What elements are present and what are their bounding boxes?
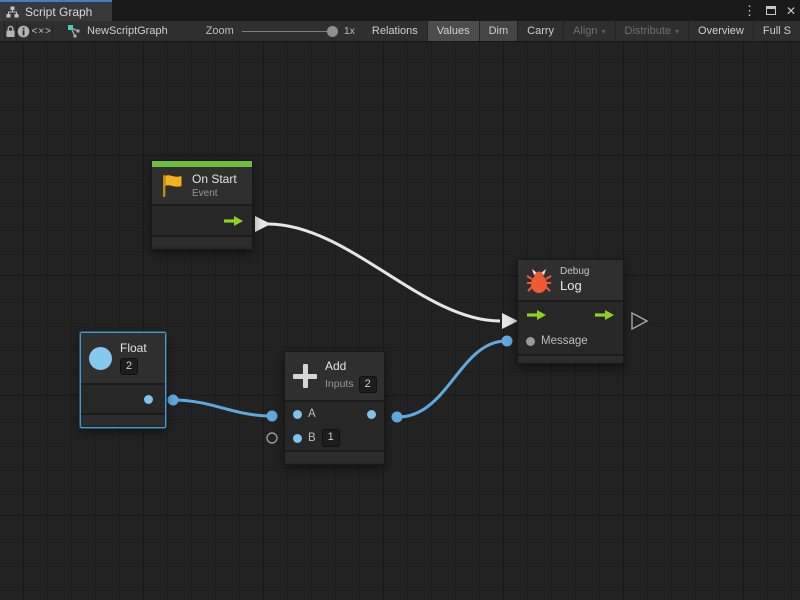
flow-input-arrow[interactable] (502, 313, 518, 329)
distribute-dropdown[interactable]: Distribute ▾ (616, 21, 689, 41)
flow-output-arrow[interactable] (255, 216, 271, 232)
value-wire-endpoint[interactable] (267, 411, 278, 422)
port-label: Message (541, 335, 588, 347)
value-output-port[interactable] (367, 410, 376, 419)
port-label-b: B (308, 432, 316, 444)
script-graph-window: Script Graph ⋮ ✕ <×> (0, 0, 800, 600)
graph-asset-icon (67, 24, 81, 38)
add-icon (293, 364, 317, 388)
zoom-slider-handle[interactable] (327, 26, 338, 37)
input-port-a[interactable] (293, 410, 302, 419)
lock-icon (5, 25, 16, 38)
unconnected-value-port-marker[interactable] (267, 433, 277, 443)
input-port-b[interactable] (293, 434, 302, 443)
close-icon[interactable]: ✕ (786, 5, 796, 17)
inputs-count-field[interactable]: 2 (359, 376, 377, 393)
node-footer (81, 413, 165, 425)
code-icon: <×> (31, 26, 52, 37)
node-title: Add (325, 359, 377, 374)
bug-icon (526, 266, 552, 294)
window-menu-icon[interactable]: ⋮ (743, 4, 756, 17)
values-button[interactable]: Values (428, 21, 480, 41)
carry-button[interactable]: Carry (518, 21, 564, 41)
tab-label: Script Graph (25, 5, 92, 19)
node-title: On Start (192, 172, 237, 187)
unconnected-flow-port-marker[interactable] (632, 313, 647, 329)
flow-input-port[interactable] (526, 309, 547, 321)
tab-script-graph[interactable]: Script Graph (0, 0, 112, 21)
maximize-icon[interactable] (766, 6, 776, 15)
zoom-control: Zoom 1x (206, 21, 363, 41)
zoom-label: Zoom (206, 25, 234, 37)
float-value-field[interactable]: 2 (120, 358, 138, 375)
node-on-start[interactable]: On Start Event (151, 160, 253, 250)
value-connection-float-a[interactable] (173, 400, 271, 416)
node-float[interactable]: Float 2 (80, 332, 166, 428)
node-subtitle: Event (192, 187, 237, 200)
tab-bar: Script Graph ⋮ ✕ (0, 0, 800, 21)
inspect-button[interactable] (17, 21, 31, 41)
b-value-field[interactable]: 1 (322, 429, 340, 446)
flow-connection-onstart-log[interactable] (268, 224, 500, 321)
dim-button[interactable]: Dim (480, 21, 519, 41)
float-type-icon (89, 347, 112, 370)
node-category: Debug (560, 265, 589, 278)
flow-output-port[interactable] (594, 309, 615, 321)
align-dropdown[interactable]: Align ▾ (564, 21, 615, 41)
message-input-port[interactable] (526, 337, 535, 346)
graph-hierarchy-icon (6, 6, 19, 18)
node-subtitle: Inputs (325, 378, 354, 392)
value-wire-endpoint[interactable] (502, 336, 513, 347)
value-wire-endpoint[interactable] (168, 395, 179, 406)
port-label-a: A (308, 408, 316, 420)
relations-button[interactable]: Relations (363, 21, 428, 41)
node-footer (518, 354, 623, 363)
node-debug-log[interactable]: Debug Log Message (517, 259, 624, 364)
zoom-slider-track (242, 31, 330, 33)
code-preview-button[interactable]: <×> (31, 21, 53, 41)
value-wire-endpoint[interactable] (392, 412, 403, 423)
node-title: Log (560, 278, 589, 295)
value-output-port[interactable] (144, 395, 153, 404)
flag-icon (160, 173, 184, 199)
zoom-value: 1x (344, 25, 355, 37)
node-title: Float (120, 341, 147, 356)
overview-button[interactable]: Overview (689, 21, 754, 41)
chevron-down-icon: ▾ (675, 27, 679, 36)
graph-toolbar: <×> NewScriptGraph Zoom 1x Relations Val… (0, 21, 800, 42)
info-icon (17, 25, 30, 38)
value-connection-add-message[interactable] (398, 341, 506, 417)
flow-output-port[interactable] (223, 215, 244, 227)
graph-canvas[interactable]: On Start Event (0, 42, 800, 600)
node-add[interactable]: Add Inputs 2 A B 1 (284, 351, 385, 465)
node-footer (152, 235, 252, 247)
lock-button[interactable] (5, 21, 17, 41)
node-footer (285, 450, 384, 462)
fullscreen-button[interactable]: Full S (754, 21, 800, 41)
connections-layer (0, 42, 800, 600)
chevron-down-icon: ▾ (602, 27, 606, 36)
zoom-slider[interactable] (242, 21, 338, 42)
graph-name-group[interactable]: NewScriptGraph (53, 21, 178, 41)
graph-name: NewScriptGraph (87, 25, 168, 37)
